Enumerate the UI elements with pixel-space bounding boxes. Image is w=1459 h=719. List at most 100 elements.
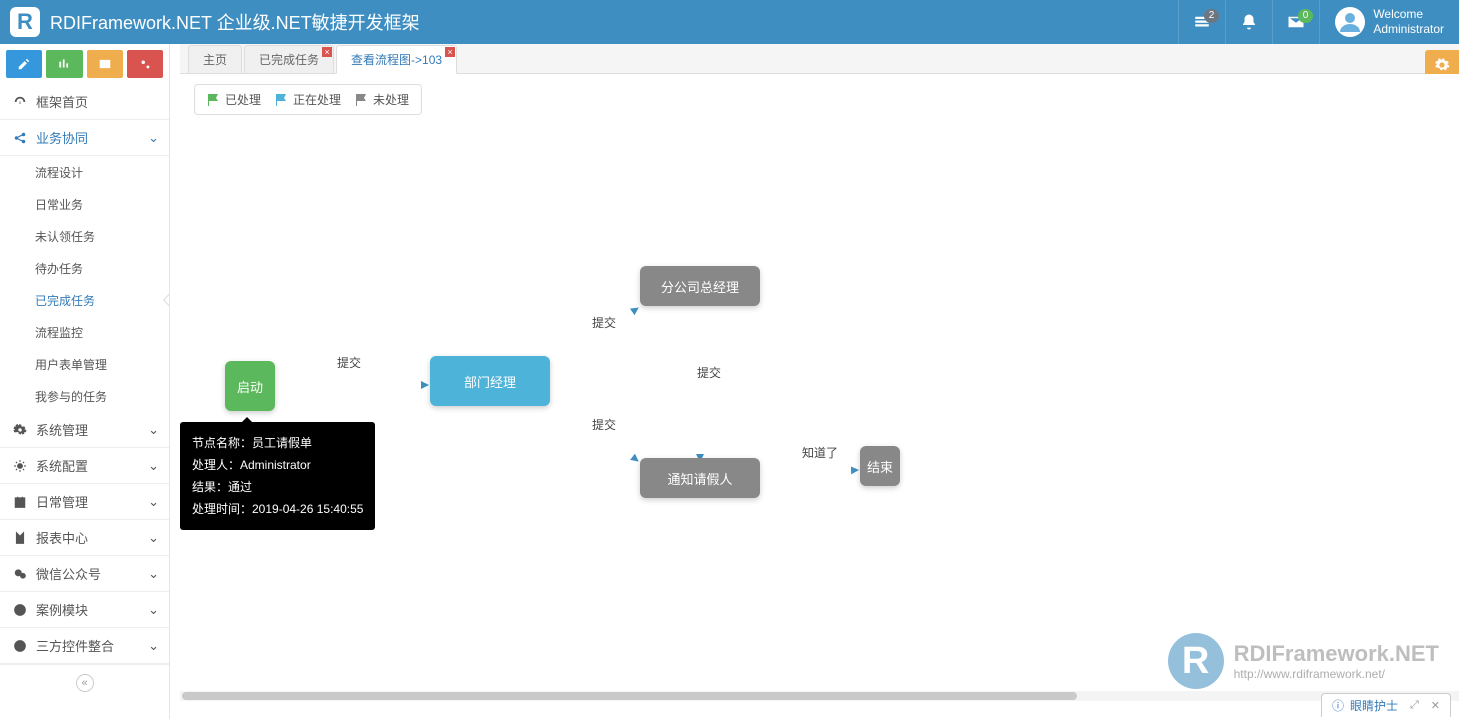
- workflow-diagram: 启动部门经理分公司总经理通知请假人结束 提交提交提交提交知道了 节点名称：员工请…: [180, 125, 1459, 625]
- flow-node-dept_mgr[interactable]: 部门经理: [430, 356, 550, 406]
- group-icon: [10, 495, 30, 509]
- chevron-down-icon: ⌄: [148, 494, 159, 510]
- dashboard-icon: [10, 95, 30, 109]
- flag-icon: [355, 94, 369, 106]
- chevron-down-icon: ⌄: [148, 422, 159, 438]
- app-header: R RDIFramework.NET 企业级.NET敏捷开发框架 2 0 Wel…: [0, 0, 1459, 44]
- pencil-icon: [17, 57, 31, 71]
- sidebar-item-label: 微信公众号: [36, 564, 101, 583]
- tooltip-time: 处理时间：2019-04-26 15:40:55: [192, 498, 363, 520]
- tooltip-node-name: 节点名称：员工请假单: [192, 432, 363, 454]
- sidebar-group[interactable]: 微信公众号 ⌄: [0, 556, 169, 592]
- sidebar: 框架首页 业务协同 ⌄ 流程设计日常业务未认领任务待办任务已完成任务流程监控用户…: [0, 44, 170, 719]
- tab-close-button[interactable]: ×: [322, 47, 332, 57]
- flow-node-branch_gm[interactable]: 分公司总经理: [640, 266, 760, 306]
- sidebar-item-label: 业务协同: [36, 128, 88, 147]
- expand-icon[interactable]: ⤢: [1410, 699, 1419, 712]
- sidebar-sub-item[interactable]: 日常业务: [0, 188, 169, 220]
- sidebar-item-label: 报表中心: [36, 528, 88, 547]
- app-title: RDIFramework.NET 企业级.NET敏捷开发框架: [50, 9, 420, 35]
- tab-close-button[interactable]: ×: [445, 47, 455, 57]
- widget-label: 眼睛护士: [1350, 697, 1398, 714]
- sidebar-group[interactable]: 三方控件整合⌄: [0, 628, 169, 664]
- tool-stats[interactable]: [46, 50, 82, 78]
- sidebar-group[interactable]: 日常管理 ⌄: [0, 484, 169, 520]
- cogs-icon: [138, 57, 152, 71]
- sidebar-home[interactable]: 框架首页: [0, 84, 169, 120]
- sidebar-workflow[interactable]: 业务协同 ⌄: [0, 120, 169, 156]
- chevron-down-icon: ⌄: [148, 530, 159, 546]
- group-icon: [10, 603, 30, 617]
- group-icon: [10, 423, 30, 437]
- flow-node-notify[interactable]: 通知请假人: [640, 458, 760, 498]
- legend-processing: 正在处理: [275, 91, 341, 108]
- content-area: 已处理 正在处理 未处理 启动部门经理分公司总经理通知请假人结束 提交提交提交提…: [180, 74, 1459, 719]
- sidebar-sub-item[interactable]: 已完成任务: [0, 284, 169, 316]
- info-icon: ⓘ: [1332, 697, 1344, 714]
- flag-icon: [275, 94, 289, 106]
- sidebar-item-label: 日常管理: [36, 492, 88, 511]
- sidebar-sub-item[interactable]: 我参与的任务: [0, 380, 169, 412]
- sidebar-item-label: 框架首页: [36, 92, 88, 111]
- sidebar-sub-item[interactable]: 用户表单管理: [0, 348, 169, 380]
- avatar: [1335, 7, 1365, 37]
- tooltip-handler: 处理人：Administrator: [192, 454, 363, 476]
- group-icon: [10, 567, 30, 581]
- messages-badge: 2: [1204, 9, 1220, 23]
- flag-icon: [207, 94, 221, 106]
- sidebar-toolbar: [0, 44, 169, 84]
- gear-icon: [1434, 57, 1450, 73]
- chevron-down-icon: ⌄: [148, 566, 159, 582]
- sidebar-sub-item[interactable]: 流程监控: [0, 316, 169, 348]
- edge-label: 知道了: [800, 444, 840, 461]
- sidebar-sub-item[interactable]: 待办任务: [0, 252, 169, 284]
- tab-bar: 主页已完成任务×查看流程图->103×: [180, 44, 1459, 74]
- user-text: Welcome Administrator: [1373, 7, 1444, 37]
- user-menu[interactable]: Welcome Administrator: [1319, 0, 1459, 44]
- notifications-button[interactable]: [1225, 0, 1272, 44]
- tool-edit[interactable]: [6, 50, 42, 78]
- mail-badge: 0: [1298, 9, 1314, 23]
- chevron-down-icon: ⌄: [148, 458, 159, 474]
- group-icon: [10, 459, 30, 473]
- close-icon[interactable]: ✕: [1431, 699, 1440, 712]
- group-icon: [10, 531, 30, 545]
- sidebar-group[interactable]: 系统配置⌄: [0, 448, 169, 484]
- sidebar-item-label: 三方控件整合: [36, 636, 114, 655]
- chevron-down-icon: ⌄: [148, 602, 159, 618]
- person-icon: [1338, 10, 1362, 34]
- tab[interactable]: 已完成任务×: [244, 45, 334, 73]
- messages-button[interactable]: 2: [1178, 0, 1225, 44]
- sidebar-sub-item[interactable]: 流程设计: [0, 156, 169, 188]
- horizontal-scrollbar[interactable]: [180, 691, 1459, 701]
- edge-label: 提交: [695, 364, 723, 381]
- scrollbar-thumb[interactable]: [182, 692, 1077, 700]
- sidebar-collapse-button[interactable]: «: [0, 664, 169, 700]
- flow-node-end[interactable]: 结束: [860, 446, 900, 486]
- tab[interactable]: 查看流程图->103×: [336, 45, 457, 74]
- sidebar-item-label: 案例模块: [36, 600, 88, 619]
- diagram-edges: [180, 125, 1459, 625]
- tool-card[interactable]: [87, 50, 123, 78]
- bell-icon: [1240, 13, 1258, 31]
- eye-care-widget[interactable]: ⓘ 眼睛护士 ⤢ ✕: [1321, 693, 1451, 717]
- tab[interactable]: 主页: [188, 45, 242, 73]
- legend: 已处理 正在处理 未处理: [180, 74, 1459, 125]
- legend-box: 已处理 正在处理 未处理: [194, 84, 422, 115]
- legend-unprocessed: 未处理: [355, 91, 409, 108]
- sidebar-group[interactable]: 案例模块 ⌄: [0, 592, 169, 628]
- mail-button[interactable]: 0: [1272, 0, 1319, 44]
- legend-processed: 已处理: [207, 91, 261, 108]
- sidebar-group[interactable]: 系统管理⌄: [0, 412, 169, 448]
- sidebar-sub-item[interactable]: 未认领任务: [0, 220, 169, 252]
- sidebar-group[interactable]: 报表中心 ⌄: [0, 520, 169, 556]
- node-tooltip: 节点名称：员工请假单 处理人：Administrator 结果：通过 处理时间：…: [180, 422, 375, 530]
- edge-label: 提交: [590, 314, 618, 331]
- tool-settings[interactable]: [127, 50, 163, 78]
- flow-node-start[interactable]: 启动: [225, 361, 275, 411]
- group-icon: [10, 639, 30, 653]
- welcome-label: Welcome: [1373, 7, 1444, 22]
- bars-icon: [57, 57, 71, 71]
- card-icon: [98, 57, 112, 71]
- share-icon: [10, 131, 30, 145]
